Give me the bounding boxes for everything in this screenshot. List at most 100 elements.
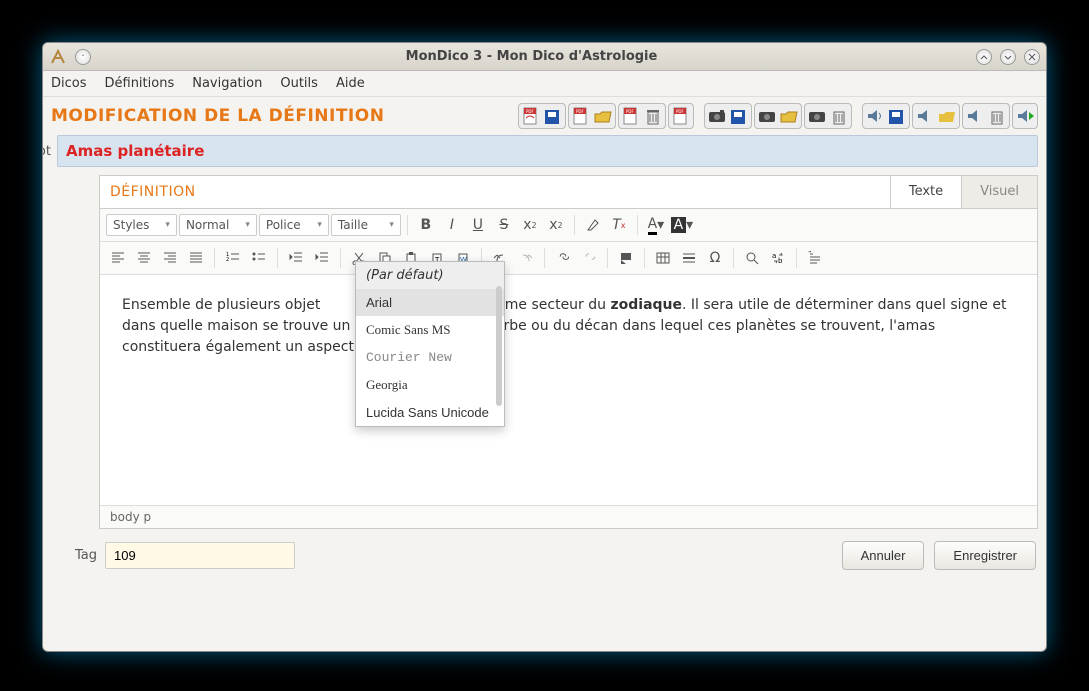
table-button[interactable] bbox=[651, 246, 675, 270]
editor-content[interactable]: Ensemble de plusieurs objet_____________… bbox=[100, 275, 1037, 505]
tag-label: Tag bbox=[75, 548, 97, 563]
menu-aide[interactable]: Aide bbox=[336, 76, 365, 91]
camera-icon-3[interactable] bbox=[806, 105, 828, 127]
svg-text:b: b bbox=[778, 257, 783, 265]
font-option-comic[interactable]: Comic Sans MS bbox=[356, 316, 504, 344]
pdf-export-icon-4[interactable]: PDF bbox=[670, 105, 692, 127]
font-option-courier[interactable]: Courier New bbox=[356, 344, 504, 371]
font-dropdown: (Par défaut) Arial Comic Sans MS Courier… bbox=[355, 261, 505, 427]
align-right-button[interactable] bbox=[158, 246, 182, 270]
tabs: DÉFINITION Texte Visuel bbox=[99, 175, 1038, 209]
save-button[interactable]: Enregistrer bbox=[934, 541, 1036, 570]
maximize-button[interactable] bbox=[1000, 49, 1016, 65]
italic-button[interactable]: I bbox=[440, 213, 464, 237]
element-path[interactable]: body p bbox=[110, 510, 151, 524]
special-char-button[interactable]: Ω bbox=[703, 246, 727, 270]
menu-dicos[interactable]: Dicos bbox=[51, 76, 87, 91]
pdf-export-icon-3[interactable]: PDF bbox=[620, 105, 642, 127]
svg-text:PDF: PDF bbox=[526, 109, 534, 114]
cancel-button[interactable]: Annuler bbox=[842, 541, 925, 570]
sound-open-icon[interactable] bbox=[936, 105, 958, 127]
align-left-button[interactable] bbox=[106, 246, 130, 270]
camera-icon-2[interactable] bbox=[756, 105, 778, 127]
menu-definitions[interactable]: Définitions bbox=[105, 76, 175, 91]
svg-text:PDF: PDF bbox=[626, 109, 634, 114]
bullet-list-button[interactable] bbox=[247, 246, 271, 270]
unlink-button[interactable] bbox=[577, 246, 601, 270]
tag-input[interactable] bbox=[105, 542, 295, 569]
find-button[interactable] bbox=[740, 246, 764, 270]
align-center-button[interactable] bbox=[132, 246, 156, 270]
svg-text:a: a bbox=[772, 252, 776, 260]
link-button[interactable] bbox=[551, 246, 575, 270]
camera-save-icon[interactable] bbox=[728, 105, 750, 127]
mot-label: Mot bbox=[42, 144, 51, 159]
subscript-button[interactable]: x2 bbox=[518, 213, 542, 237]
pdf-open-icon[interactable] bbox=[592, 105, 614, 127]
styles-select[interactable]: Styles▾ bbox=[106, 214, 177, 236]
underline-button[interactable]: U bbox=[466, 213, 490, 237]
editor-toolbar-2: 12 T W Ω ab " bbox=[100, 242, 1037, 275]
app-icon bbox=[49, 48, 67, 66]
menu-navigation[interactable]: Navigation bbox=[192, 76, 262, 91]
indent-button[interactable] bbox=[310, 246, 334, 270]
mot-field[interactable]: Amas planétaire bbox=[57, 135, 1038, 167]
redo-button[interactable] bbox=[514, 246, 538, 270]
pdf-export-icon[interactable]: PDF bbox=[520, 105, 542, 127]
hr-button[interactable] bbox=[677, 246, 701, 270]
font-select[interactable]: Police▾ bbox=[259, 214, 329, 236]
sound-icon[interactable] bbox=[864, 105, 886, 127]
tab-texte[interactable]: Texte bbox=[890, 175, 962, 208]
titlebar-menu-button[interactable]: · bbox=[75, 49, 91, 65]
menubar: Dicos Définitions Navigation Outils Aide bbox=[43, 71, 1046, 97]
camera-icon[interactable] bbox=[706, 105, 728, 127]
sound-icon-2[interactable] bbox=[914, 105, 936, 127]
pdf-save-icon[interactable] bbox=[542, 105, 564, 127]
sound-delete-icon[interactable] bbox=[986, 105, 1008, 127]
pdf-delete-icon[interactable] bbox=[642, 105, 664, 127]
font-option-georgia[interactable]: Georgia bbox=[356, 371, 504, 399]
close-button[interactable] bbox=[1024, 49, 1040, 65]
tab-definition: DÉFINITION bbox=[99, 175, 891, 208]
svg-text:2: 2 bbox=[226, 257, 229, 263]
svg-text:PDF: PDF bbox=[576, 109, 584, 114]
align-justify-button[interactable] bbox=[184, 246, 208, 270]
bg-color-button[interactable]: A ▾ bbox=[670, 213, 694, 237]
clear-format-button[interactable]: Tx bbox=[607, 213, 631, 237]
titlebar: · MonDico 3 - Mon Dico d'Astrologie bbox=[43, 43, 1046, 71]
sound-icon-3[interactable] bbox=[964, 105, 986, 127]
editor: Styles▾ Normal▾ Police▾ Taille▾ B I U S … bbox=[99, 209, 1038, 529]
format-select[interactable]: Normal▾ bbox=[179, 214, 257, 236]
menu-outils[interactable]: Outils bbox=[280, 76, 318, 91]
superscript-button[interactable]: x2 bbox=[544, 213, 568, 237]
bottom-bar: Tag Annuler Enregistrer bbox=[43, 529, 1046, 580]
pdf-export-icon-2[interactable]: PDF bbox=[570, 105, 592, 127]
window-title: MonDico 3 - Mon Dico d'Astrologie bbox=[91, 49, 972, 64]
editor-statusbar: body p bbox=[100, 505, 1037, 528]
size-select[interactable]: Taille▾ bbox=[331, 214, 401, 236]
anchor-button[interactable] bbox=[614, 246, 638, 270]
camera-open-icon[interactable] bbox=[778, 105, 800, 127]
sound-play-icon[interactable] bbox=[1014, 105, 1036, 127]
replace-button[interactable]: ab bbox=[766, 246, 790, 270]
tab-visuel[interactable]: Visuel bbox=[961, 175, 1038, 208]
font-option-default[interactable]: (Par défaut) bbox=[356, 262, 504, 289]
page-title: MODIFICATION DE LA DÉFINITION bbox=[51, 106, 384, 126]
svg-text:PDF: PDF bbox=[676, 109, 684, 114]
sound-save-icon[interactable] bbox=[886, 105, 908, 127]
dropdown-scrollbar[interactable] bbox=[496, 286, 502, 406]
highlight-button[interactable] bbox=[581, 213, 605, 237]
svg-text:": " bbox=[808, 251, 812, 258]
font-option-arial[interactable]: Arial bbox=[356, 289, 504, 316]
text-color-button[interactable]: A ▾ bbox=[644, 213, 668, 237]
outdent-button[interactable] bbox=[284, 246, 308, 270]
editor-toolbar-1: Styles▾ Normal▾ Police▾ Taille▾ B I U S … bbox=[100, 209, 1037, 242]
blockquote-button[interactable]: " bbox=[803, 246, 827, 270]
minimize-button[interactable] bbox=[976, 49, 992, 65]
bold-button[interactable]: B bbox=[414, 213, 438, 237]
strike-button[interactable]: S bbox=[492, 213, 516, 237]
camera-delete-icon[interactable] bbox=[828, 105, 850, 127]
font-option-lucida[interactable]: Lucida Sans Unicode bbox=[356, 399, 504, 426]
numbered-list-button[interactable]: 12 bbox=[221, 246, 245, 270]
app-window: · MonDico 3 - Mon Dico d'Astrologie Dico… bbox=[42, 42, 1047, 652]
